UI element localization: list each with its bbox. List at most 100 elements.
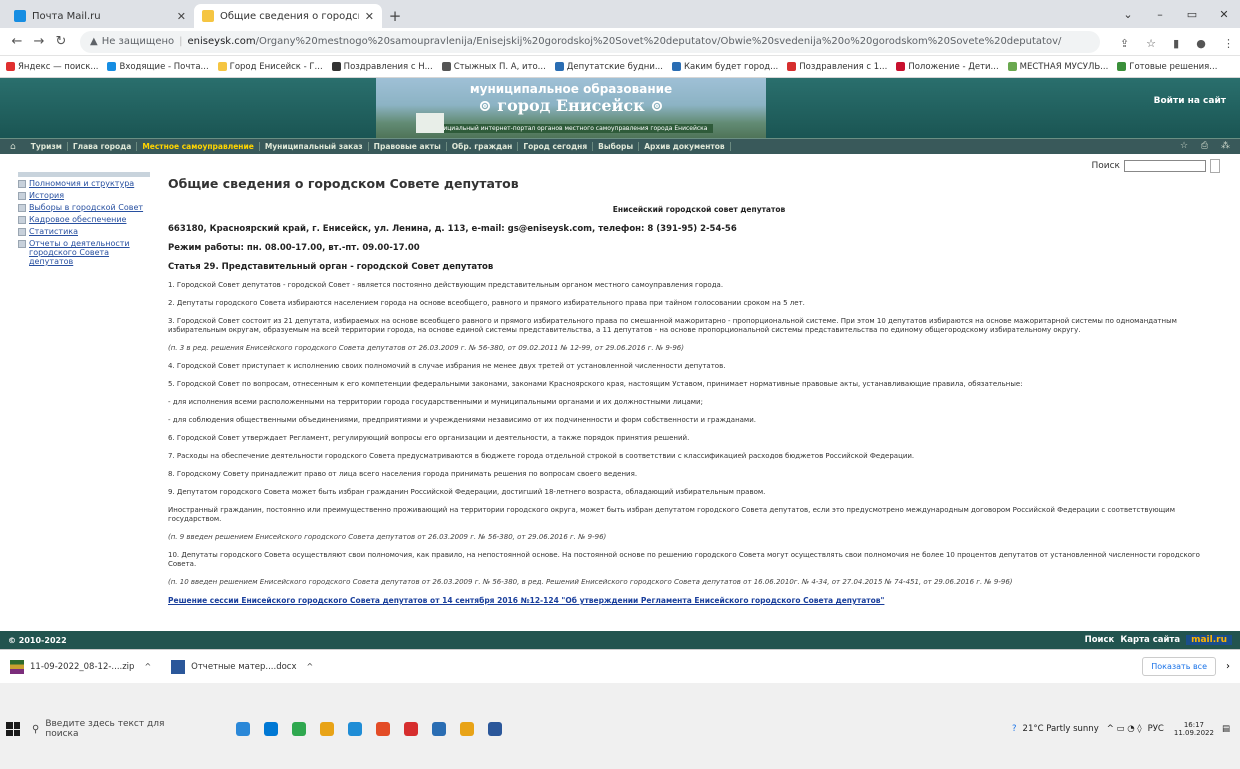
clock[interactable]: 16:17 11.09.2022 [1174, 721, 1214, 737]
sidepanel-icon[interactable]: ▮ [1173, 37, 1179, 50]
taskbar-app-icon[interactable] [488, 722, 502, 736]
decision-link[interactable]: Решение сессии Енисейского городского Со… [168, 596, 1230, 605]
footer-search-link[interactable]: Поиск [1085, 635, 1115, 645]
new-tab-button[interactable]: + [382, 4, 408, 28]
taskbar-app-icon[interactable] [348, 722, 362, 736]
tab-search-icon[interactable]: ⌄ [1112, 8, 1144, 21]
page-icon [18, 192, 26, 200]
church-image [416, 113, 444, 133]
help-icon[interactable]: ? [1012, 724, 1017, 734]
menu-item[interactable]: Обр. граждан [447, 142, 519, 151]
menu-tools: ☆ ⎙ ⁂ [1170, 141, 1230, 151]
profile-icon[interactable]: ● [1196, 37, 1206, 50]
menu-kebab-icon[interactable]: ⋮ [1223, 37, 1234, 50]
tab-mail[interactable]: Почта Mail.ru ✕ [6, 4, 194, 28]
sidebar-item[interactable]: Статистика [18, 227, 150, 236]
close-window-icon[interactable]: ✕ [1208, 8, 1240, 21]
main-menu: ⌂ Туризм Глава города Местное самоуправлен… [0, 138, 1240, 154]
sidebar-item[interactable]: Выборы в городской Совет [18, 203, 150, 212]
print-icon[interactable]: ⎙ [1201, 141, 1208, 151]
bookmark-item[interactable]: Поздравления с 1... [787, 62, 887, 72]
bookmark-item[interactable]: Яндекс — поиск... [6, 62, 98, 72]
bookmark-label: Поздравления с Н... [343, 61, 433, 72]
download-item-zip[interactable]: 11-09-2022_08-12-....zip ^ [10, 659, 151, 674]
tab-close-icon[interactable]: ✕ [177, 10, 186, 23]
download-item-docx[interactable]: Отчетные матер....docx ^ [171, 659, 314, 674]
sidebar-item[interactable]: Отчеты о деятельности городского Совета … [18, 239, 150, 266]
tab-council-info[interactable]: Общие сведения о городском С ✕ [194, 4, 382, 28]
warning-icon: ▲ [90, 36, 98, 47]
tab-close-icon[interactable]: ✕ [365, 10, 374, 23]
taskbar-apps [236, 722, 516, 736]
menu-item[interactable]: Выборы [593, 142, 640, 151]
taskbar-search[interactable]: ⚲ Введите здесь текст для поиска [32, 719, 196, 739]
taskbar-app-icon[interactable] [460, 722, 474, 736]
bookmark-star-icon[interactable]: ☆ [1146, 37, 1156, 50]
notifications-icon[interactable]: ▤ [1222, 724, 1230, 734]
taskbar-app-icon[interactable] [320, 722, 334, 736]
bookmark-item[interactable]: Поздравления с Н... [331, 61, 433, 72]
sitemap-icon[interactable]: ⁂ [1221, 141, 1230, 151]
bookmark-item[interactable]: Положение - Дети... [896, 62, 999, 72]
taskbar-app-icon[interactable] [432, 722, 446, 736]
share-icon[interactable]: ⇪ [1120, 37, 1129, 50]
search-input[interactable] [1124, 160, 1206, 172]
bookmark-item[interactable]: Каким будет город... [671, 62, 778, 72]
search-button-image-icon[interactable] [1210, 159, 1220, 173]
bookmark-item[interactable]: МЕСТНАЯ МУСУЛЬ... [1007, 62, 1108, 72]
minimize-icon[interactable]: – [1144, 8, 1176, 21]
sidebar-item[interactable]: Полномочия и структура [18, 179, 150, 188]
menu-item[interactable]: Глава города [68, 142, 138, 151]
login-link[interactable]: Войти на сайт [1154, 96, 1226, 106]
taskbar-app-icon[interactable] [404, 722, 418, 736]
input-language[interactable]: РУС [1148, 724, 1164, 734]
mailru-rating-badge[interactable]: mail.ru [1186, 635, 1232, 645]
menu-item[interactable]: Город сегодня [518, 142, 594, 151]
menu-item[interactable]: Местное самоуправление [137, 142, 260, 151]
reload-icon[interactable]: ↻ [50, 34, 72, 49]
sidebar-link[interactable]: Отчеты о деятельности городского Совета … [29, 239, 150, 266]
sidebar-link[interactable]: Выборы в городской Совет [29, 203, 143, 212]
weather-widget[interactable]: 21°C Partly sunny [1023, 724, 1099, 734]
sidebar-link[interactable]: Полномочия и структура [29, 179, 134, 188]
bookmark-item[interactable]: Стыжных П. А, ито... [441, 62, 546, 72]
menu-item[interactable]: Туризм [26, 142, 68, 151]
taskbar-app-icon[interactable] [292, 722, 306, 736]
bookmark-item[interactable]: Готовые решения... [1117, 62, 1217, 72]
taskbar-app-icon[interactable] [236, 722, 250, 736]
sidebar-link[interactable]: История [29, 191, 64, 200]
chevron-up-icon[interactable]: ^ [144, 662, 151, 671]
chevron-up-icon[interactable]: ^ [307, 662, 314, 671]
time: 16:17 [1183, 721, 1205, 729]
sidebar-link[interactable]: Кадровое обеспечение [29, 215, 126, 224]
favorite-icon[interactable]: ☆ [1180, 141, 1188, 151]
tray-arrows-icon[interactable]: ^ ▭ ◔ ◊ [1107, 724, 1142, 734]
close-downloads-icon[interactable]: › [1226, 661, 1230, 672]
show-all-downloads-button[interactable]: Показать все [1142, 657, 1216, 676]
bookmark-item[interactable]: Город Енисейск - Г... [217, 62, 323, 72]
bookmark-favicon-icon [671, 62, 681, 71]
restore-icon[interactable]: ▭ [1176, 8, 1208, 21]
sidebar-link[interactable]: Статистика [29, 227, 78, 236]
page-icon [18, 240, 26, 248]
bookmark-item[interactable]: Входящие - Почта... [107, 62, 209, 72]
sidebar-item[interactable]: История [18, 191, 150, 200]
forward-arrow-icon[interactable]: → [28, 34, 50, 49]
bookmark-favicon-icon [331, 62, 341, 71]
taskbar-app-icon[interactable] [264, 722, 278, 736]
bookmark-item[interactable]: Депутатские будни... [554, 62, 663, 72]
sidebar-item[interactable]: Кадровое обеспечение [18, 215, 150, 224]
menu-item[interactable]: Архив документов [639, 142, 731, 151]
footer-sitemap-link[interactable]: Карта сайта [1120, 635, 1180, 645]
windows-start-icon[interactable] [6, 722, 20, 736]
taskbar-app-icon[interactable] [376, 722, 390, 736]
menu-item[interactable]: Муниципальный заказ [260, 142, 369, 151]
city-banner[interactable]: муниципальное образование ⊚ город Енисей… [376, 78, 766, 138]
sidebar-header-bar [18, 172, 150, 177]
back-arrow-icon[interactable]: ← [6, 34, 28, 49]
home-icon[interactable]: ⌂ [10, 142, 16, 152]
word-file-icon [171, 659, 186, 674]
menu-item[interactable]: Правовые акты [369, 142, 447, 151]
search-icon: ⚲ [32, 723, 40, 735]
url-field[interactable]: ▲ Не защищено | eniseysk.com /Organy%20m… [80, 30, 1100, 53]
